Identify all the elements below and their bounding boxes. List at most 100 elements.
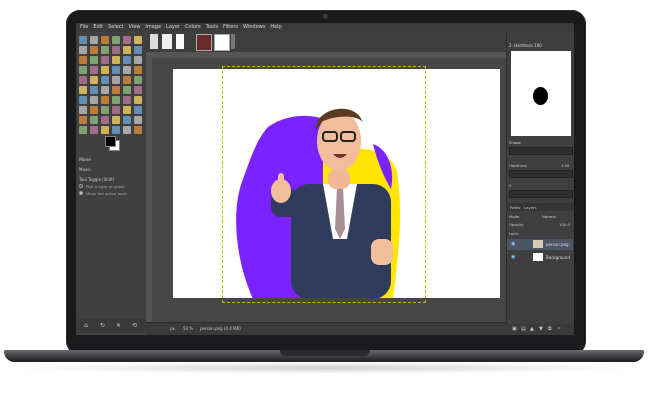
layer-row[interactable]: ◉ Background	[507, 252, 573, 263]
tool-icon[interactable]	[112, 76, 120, 84]
tool-icon[interactable]	[101, 96, 109, 104]
tool-icon[interactable]	[101, 86, 109, 94]
tool-icon[interactable]	[101, 76, 109, 84]
layer-row[interactable]: ◉ person.png	[507, 239, 573, 250]
menu-view[interactable]: View	[129, 23, 141, 32]
tab-close-icon[interactable]	[231, 34, 235, 49]
shape-slider[interactable]	[509, 147, 573, 155]
tab-paths[interactable]: Paths	[510, 205, 520, 210]
tool-icon[interactable]	[123, 66, 131, 74]
tool-icon[interactable]	[90, 126, 98, 134]
tool-icon[interactable]	[134, 116, 142, 124]
visibility-icon[interactable]: ◉	[511, 254, 515, 260]
tool-icon[interactable]	[112, 36, 120, 44]
tool-icon[interactable]	[90, 76, 98, 84]
folder-icon[interactable]: ▤	[521, 326, 526, 332]
tool-icon[interactable]	[90, 116, 98, 124]
tool-icon[interactable]	[79, 66, 87, 74]
menu-help[interactable]: Help	[270, 23, 281, 32]
hardness-slider[interactable]	[509, 170, 573, 178]
delete-icon[interactable]: ✕	[116, 322, 121, 329]
tool-icon[interactable]	[134, 106, 142, 114]
tool-icon[interactable]	[79, 86, 87, 94]
restore-icon[interactable]: ↻	[100, 322, 105, 329]
tool-icon[interactable]	[79, 36, 87, 44]
menu-select[interactable]: Select	[108, 23, 123, 32]
tool-icon[interactable]	[101, 126, 109, 134]
unit-select[interactable]: px	[170, 326, 175, 331]
menu-layer[interactable]: Layer	[166, 23, 180, 32]
save-options-icon[interactable]: ⌂	[84, 322, 88, 329]
tool-icon[interactable]	[134, 86, 142, 94]
menu-image[interactable]: Image	[145, 23, 161, 32]
opacity-value[interactable]: 100.0	[559, 222, 570, 227]
foreground-color-swatch[interactable]	[105, 136, 116, 147]
tool-icon[interactable]	[90, 96, 98, 104]
tool-icon[interactable]	[101, 46, 109, 54]
tool-icon[interactable]	[112, 86, 120, 94]
tool-icon[interactable]	[90, 86, 98, 94]
reset-icon[interactable]: ⟲	[132, 322, 137, 329]
tool-icon[interactable]	[79, 56, 87, 64]
lower-icon[interactable]: ▼	[539, 326, 543, 332]
tool-icon[interactable]	[90, 56, 98, 64]
zoom-select[interactable]: 50 %	[183, 326, 193, 331]
tool-icon[interactable]	[79, 76, 87, 84]
tool-icon[interactable]	[112, 66, 120, 74]
tool-icon[interactable]	[101, 36, 109, 44]
layer-mode-select[interactable]: Normal	[542, 214, 556, 219]
tool-icon[interactable]	[112, 106, 120, 114]
tool-icon[interactable]	[90, 66, 98, 74]
tool-icon[interactable]	[79, 126, 87, 134]
tool-icon[interactable]	[101, 56, 109, 64]
tool-icon[interactable]	[134, 66, 142, 74]
menu-filters[interactable]: Filters	[223, 23, 238, 32]
tool-icon[interactable]	[123, 46, 131, 54]
tool-icon[interactable]	[112, 126, 120, 134]
new-layer-icon[interactable]: ▣	[512, 326, 517, 332]
tab-layers[interactable]: Layers	[524, 205, 537, 210]
menu-tools[interactable]: Tools	[206, 23, 218, 32]
tool-icon[interactable]	[112, 96, 120, 104]
image-tab-active[interactable]	[214, 34, 230, 51]
tool-icon[interactable]	[101, 116, 109, 124]
menu-windows[interactable]: Windows	[243, 23, 265, 32]
image-tab-2[interactable]	[162, 34, 172, 49]
tool-icon[interactable]	[134, 46, 142, 54]
tool-icon[interactable]	[112, 46, 120, 54]
menu-file[interactable]: File	[80, 23, 88, 32]
tool-icon[interactable]	[79, 96, 87, 104]
tool-icon[interactable]	[134, 56, 142, 64]
tool-icon[interactable]	[123, 76, 131, 84]
tool-icon[interactable]	[134, 76, 142, 84]
tool-icon[interactable]	[134, 96, 142, 104]
spacing-slider[interactable]	[509, 190, 573, 198]
tool-icon[interactable]	[101, 106, 109, 114]
image-tab-3[interactable]	[176, 34, 184, 49]
pick-layer-radio[interactable]	[79, 184, 83, 188]
tool-icon[interactable]	[123, 116, 131, 124]
tool-icon[interactable]	[134, 36, 142, 44]
tool-icon[interactable]	[90, 106, 98, 114]
image-tab-4[interactable]	[196, 34, 212, 51]
tool-icon[interactable]	[101, 66, 109, 74]
tool-icon[interactable]	[112, 56, 120, 64]
tool-icon[interactable]	[123, 126, 131, 134]
raise-icon[interactable]: ▲	[530, 326, 534, 332]
duplicate-icon[interactable]: ⧉	[548, 326, 552, 332]
delete-layer-icon[interactable]: ✕	[557, 326, 561, 332]
tool-icon[interactable]	[79, 46, 87, 54]
tool-icon[interactable]	[123, 96, 131, 104]
tool-icon[interactable]	[90, 46, 98, 54]
tool-icon[interactable]	[123, 86, 131, 94]
move-active-radio[interactable]	[79, 191, 83, 195]
tool-icon[interactable]	[134, 126, 142, 134]
tool-icon[interactable]	[123, 56, 131, 64]
tool-icon[interactable]	[79, 106, 87, 114]
menu-colors[interactable]: Colors	[185, 23, 201, 32]
tool-icon[interactable]	[90, 36, 98, 44]
tool-icon[interactable]	[123, 106, 131, 114]
menu-edit[interactable]: Edit	[93, 23, 103, 32]
tool-icon[interactable]	[112, 116, 120, 124]
tool-icon[interactable]	[123, 36, 131, 44]
